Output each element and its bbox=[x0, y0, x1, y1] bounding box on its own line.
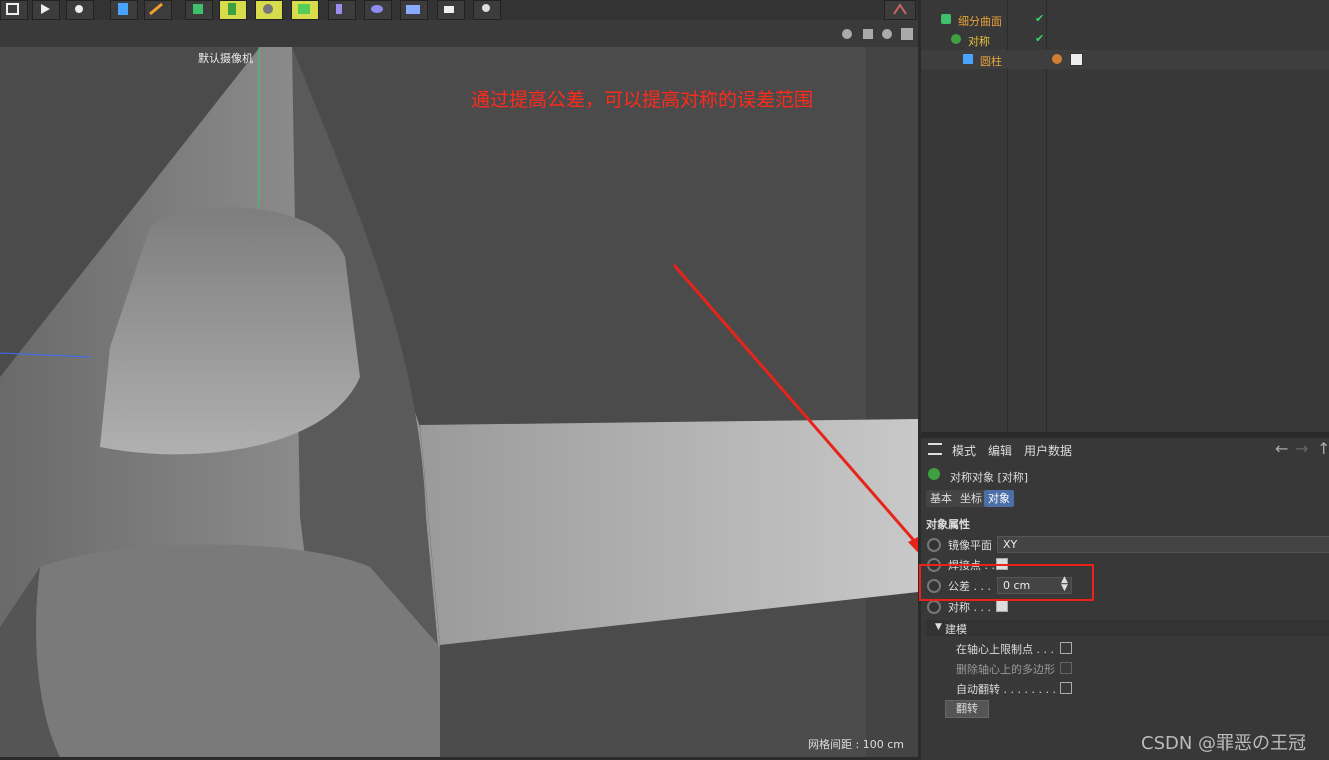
autoflip-checkbox[interactable] bbox=[1060, 682, 1072, 694]
clamp-label: 在轴心上限制点 . . . bbox=[956, 643, 1054, 656]
delete-polygons-checkbox bbox=[1060, 662, 1072, 674]
back-arrow-icon[interactable]: ← bbox=[1275, 439, 1288, 458]
autoflip-label: 自动翻转 . . . . . . . . bbox=[956, 683, 1056, 696]
tab-coordinates[interactable]: 坐标 bbox=[956, 490, 986, 507]
check-icon[interactable]: ✔ bbox=[1035, 32, 1044, 45]
menu-edit[interactable]: 编辑 bbox=[988, 442, 1012, 459]
symmetry-object-icon bbox=[951, 34, 961, 44]
section-title: 对象属性 bbox=[926, 518, 970, 531]
object-name: 圆柱 bbox=[980, 55, 1002, 68]
object-row-cylinder[interactable]: 圆柱 bbox=[921, 50, 1329, 69]
play-icon[interactable] bbox=[32, 0, 60, 20]
pen-icon[interactable] bbox=[144, 0, 172, 20]
floor-icon[interactable] bbox=[400, 0, 428, 20]
delete-polygons-label: 删除轴心上的多边形 bbox=[956, 663, 1055, 676]
watermark: CSDN @罪恶の王冠 bbox=[1141, 733, 1307, 754]
cylinder-object-icon bbox=[963, 54, 973, 64]
annotation-text: 通过提高公差，可以提高对称的误差范围 bbox=[471, 89, 814, 111]
deformer-icon[interactable] bbox=[328, 0, 356, 20]
symmetry-label: 对称 . . . bbox=[948, 601, 991, 614]
grid-spacing-label: 网格间距 : 100 cm bbox=[808, 738, 904, 751]
menu-user-data[interactable]: 用户数据 bbox=[1024, 442, 1072, 459]
up-arrow-icon[interactable]: ↑ bbox=[1317, 439, 1329, 458]
object-row-subdivision[interactable]: 细分曲面 ✔ bbox=[921, 10, 1329, 29]
main-toolbar bbox=[0, 0, 918, 20]
symmetry-radio[interactable] bbox=[927, 600, 941, 614]
viewport-nav-icons[interactable] bbox=[840, 26, 916, 42]
clamp-checkbox[interactable] bbox=[1060, 642, 1072, 654]
render-settings-icon[interactable] bbox=[66, 0, 94, 20]
chevron-down-icon: ▼ bbox=[935, 622, 942, 632]
mograph-icon[interactable] bbox=[255, 0, 283, 20]
cube-icon[interactable] bbox=[110, 0, 138, 20]
stop-icon[interactable] bbox=[0, 0, 28, 20]
viewport-header bbox=[0, 20, 918, 47]
symmetry-tool-icon[interactable] bbox=[219, 0, 247, 20]
symmetry-object-icon bbox=[928, 468, 940, 480]
mirror-plane-radio[interactable] bbox=[927, 538, 941, 552]
tab-basic[interactable]: 基本 bbox=[926, 490, 956, 507]
mirror-plane-select[interactable]: XY bbox=[997, 536, 1329, 553]
subdivision-icon[interactable] bbox=[185, 0, 213, 20]
hamburger-icon[interactable] bbox=[928, 443, 942, 455]
object-title: 对称对象 [对称] bbox=[950, 471, 1029, 484]
modeling-section: 建模 bbox=[945, 623, 967, 636]
material-tag-icon[interactable] bbox=[1052, 54, 1062, 64]
forward-arrow-icon[interactable]: → bbox=[1295, 439, 1308, 458]
light-icon[interactable] bbox=[473, 0, 501, 20]
modeling-group-header[interactable]: ▼ 建模 bbox=[926, 620, 1329, 636]
object-row-symmetry[interactable]: 对称 ✔ bbox=[921, 30, 1329, 49]
tab-object[interactable]: 对象 bbox=[984, 490, 1014, 507]
highlight-box bbox=[919, 564, 1094, 601]
subdivision-object-icon bbox=[941, 14, 951, 24]
close-icon[interactable] bbox=[884, 0, 916, 20]
viewport-scene bbox=[0, 47, 918, 757]
camera-icon[interactable] bbox=[437, 0, 465, 20]
symmetry-checkbox[interactable] bbox=[996, 600, 1008, 612]
3d-viewport[interactable]: 默认摄像机 通过提高公差，可以提高对称的误差范围 网格间距 : 100 cm bbox=[0, 47, 918, 757]
object-name: 对称 bbox=[968, 35, 990, 48]
menu-mode[interactable]: 模式 bbox=[952, 442, 976, 459]
check-icon[interactable]: ✔ bbox=[1035, 12, 1044, 25]
bend-icon[interactable] bbox=[364, 0, 392, 20]
mirror-plane-label: 镜像平面 bbox=[948, 539, 992, 552]
object-name: 细分曲面 bbox=[958, 15, 1002, 28]
cloner-icon[interactable] bbox=[291, 0, 319, 20]
flip-button[interactable]: 翻转 bbox=[945, 700, 989, 718]
texture-tag-icon[interactable] bbox=[1070, 53, 1083, 66]
camera-label: 默认摄像机 bbox=[198, 52, 253, 65]
object-manager: 细分曲面 ✔ 对称 ✔ 圆柱 bbox=[921, 0, 1329, 432]
